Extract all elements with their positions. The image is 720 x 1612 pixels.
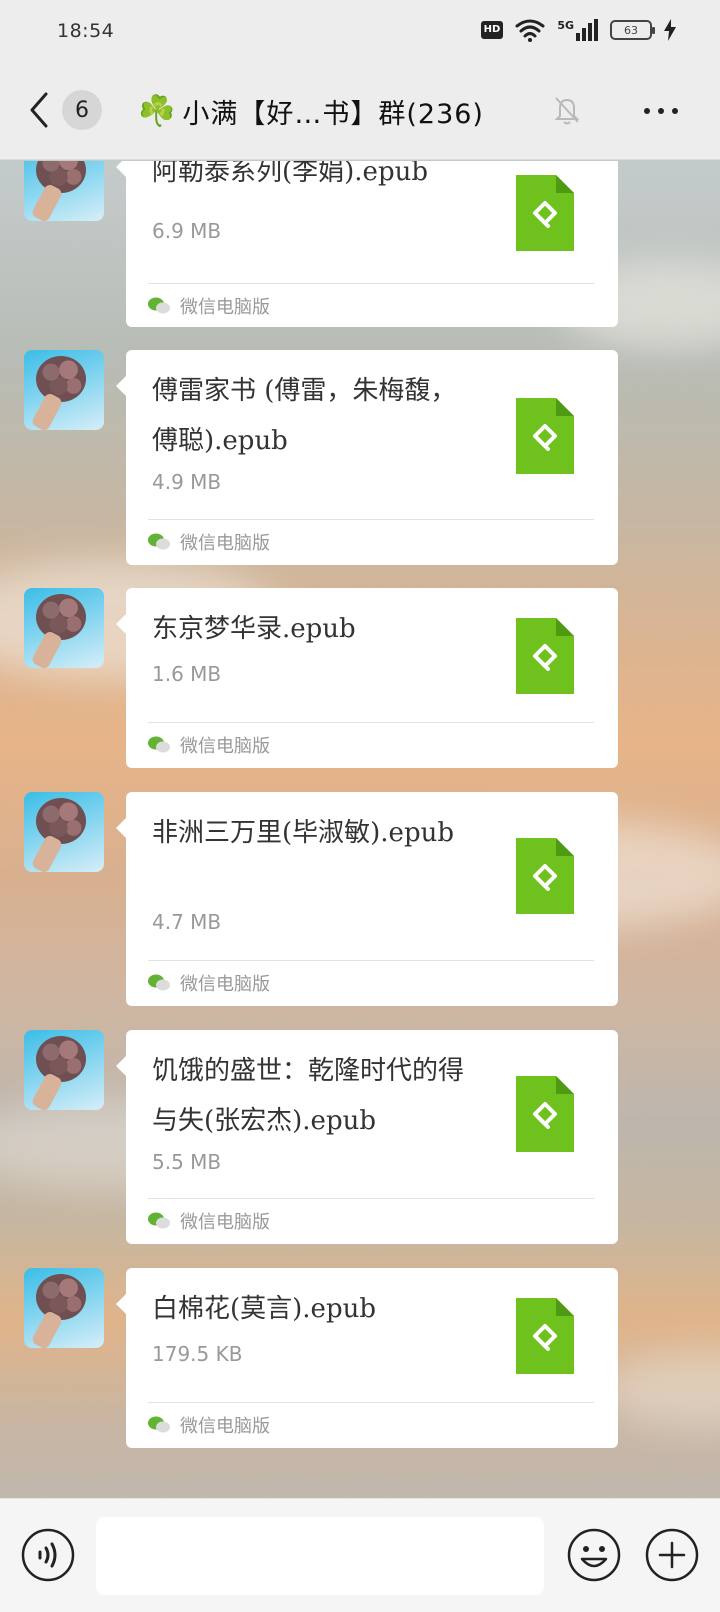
emoji-icon — [567, 1528, 621, 1582]
chat-header: 6 ☘️ 小满【好…书】群(236) — [0, 64, 720, 160]
wechat-icon — [148, 1212, 170, 1229]
file-size: 4.9 MB — [152, 470, 222, 494]
file-message-bubble[interactable]: 阿勒泰系列(李娟).epub 6.9 MB 微信电脑版 — [116, 161, 618, 327]
battery-icon: 63 — [610, 20, 655, 40]
more-options-button[interactable] — [644, 108, 678, 114]
message-source: 微信电脑版 — [148, 529, 270, 555]
signal-5g-icon: 5G — [557, 19, 598, 41]
source-label: 微信电脑版 — [180, 974, 270, 995]
source-label: 微信电脑版 — [180, 736, 270, 757]
chat-title[interactable]: ☘️ 小满【好…书】群(236) — [138, 92, 484, 131]
emoji-button[interactable] — [566, 1527, 622, 1587]
wechat-icon — [148, 533, 170, 550]
epub-file-icon — [516, 838, 574, 914]
clover-icon: ☘️ — [138, 94, 177, 129]
more-functions-button[interactable] — [644, 1527, 700, 1587]
avatar[interactable] — [24, 588, 104, 668]
file-name: 傅雷家书 (傅雷，朱梅馥，傅聪).epub — [152, 376, 457, 456]
file-name: 非洲三万里(毕淑敏).epub — [152, 818, 454, 848]
avatar[interactable] — [24, 1030, 104, 1110]
file-name: 东京梦华录.epub — [152, 614, 356, 644]
status-bar: 18:54 HD 5G 63 — [0, 0, 720, 64]
voice-icon — [21, 1528, 75, 1582]
source-label: 微信电脑版 — [180, 1416, 270, 1437]
file-name: 饥饿的盛世：乾隆时代的得与失(张宏杰).epub — [152, 1056, 465, 1136]
chevron-left-icon — [30, 92, 48, 128]
epub-file-icon — [516, 1076, 574, 1152]
epub-file-icon — [516, 1298, 574, 1374]
avatar[interactable] — [24, 350, 104, 430]
file-message-bubble[interactable]: 傅雷家书 (傅雷，朱梅馥，傅聪).epub 4.9 MB 微信电脑版 — [116, 350, 618, 565]
wechat-icon — [148, 297, 170, 314]
group-name: 小满【好…书】群(236) — [182, 99, 484, 130]
network-label: 5G — [557, 19, 574, 32]
wechat-icon — [148, 974, 170, 991]
message-input[interactable] — [96, 1517, 544, 1595]
status-icons: HD 5G 63 — [480, 18, 676, 42]
battery-level: 63 — [624, 23, 638, 37]
avatar[interactable] — [24, 1268, 104, 1348]
message-source: 微信电脑版 — [148, 732, 270, 758]
source-label: 微信电脑版 — [180, 533, 270, 554]
file-size: 6.9 MB — [152, 219, 222, 243]
charging-icon — [664, 19, 676, 41]
input-bar — [0, 1498, 720, 1612]
message-source: 微信电脑版 — [148, 1412, 270, 1438]
divider — [148, 1402, 594, 1403]
file-size: 179.5 KB — [152, 1342, 243, 1366]
divider — [148, 722, 594, 723]
divider — [148, 519, 594, 520]
status-time: 18:54 — [57, 20, 115, 42]
file-message-bubble[interactable]: 非洲三万里(毕淑敏).epub 4.7 MB 微信电脑版 — [116, 792, 618, 1006]
file-message-bubble[interactable]: 东京梦华录.epub 1.6 MB 微信电脑版 — [116, 588, 618, 768]
more-icon — [644, 108, 650, 114]
back-button[interactable]: 6 — [28, 86, 108, 134]
file-name: 白棉花(莫言).epub — [152, 1294, 376, 1324]
divider — [148, 1198, 594, 1199]
voice-button[interactable] — [20, 1527, 76, 1587]
source-label: 微信电脑版 — [180, 297, 270, 318]
file-name: 阿勒泰系列(李娟).epub — [152, 161, 428, 187]
message-source: 微信电脑版 — [148, 293, 270, 319]
source-label: 微信电脑版 — [180, 1212, 270, 1233]
epub-file-icon — [516, 175, 574, 251]
file-message-bubble[interactable]: 饥饿的盛世：乾隆时代的得与失(张宏杰).epub 5.5 MB 微信电脑版 — [116, 1030, 618, 1244]
message-source: 微信电脑版 — [148, 970, 270, 996]
file-size: 4.7 MB — [152, 910, 222, 934]
avatar[interactable] — [24, 161, 104, 221]
wifi-icon — [515, 19, 545, 42]
avatar[interactable] — [24, 792, 104, 872]
unread-count-badge: 6 — [62, 90, 102, 130]
hd-badge: HD — [480, 21, 504, 39]
wechat-icon — [148, 736, 170, 753]
divider — [148, 283, 594, 284]
message-source: 微信电脑版 — [148, 1208, 270, 1234]
file-message-bubble[interactable]: 白棉花(莫言).epub 179.5 KB 微信电脑版 — [116, 1268, 618, 1448]
file-size: 5.5 MB — [152, 1150, 222, 1174]
divider — [148, 960, 594, 961]
epub-file-icon — [516, 618, 574, 694]
file-size: 1.6 MB — [152, 662, 222, 686]
message-list[interactable]: 阿勒泰系列(李娟).epub 6.9 MB 微信电脑版 傅雷家书 (傅雷，朱梅馥… — [0, 161, 720, 1498]
plus-circle-icon — [645, 1528, 699, 1582]
bell-off-icon — [552, 94, 582, 130]
epub-file-icon — [516, 398, 574, 474]
wechat-icon — [148, 1416, 170, 1433]
